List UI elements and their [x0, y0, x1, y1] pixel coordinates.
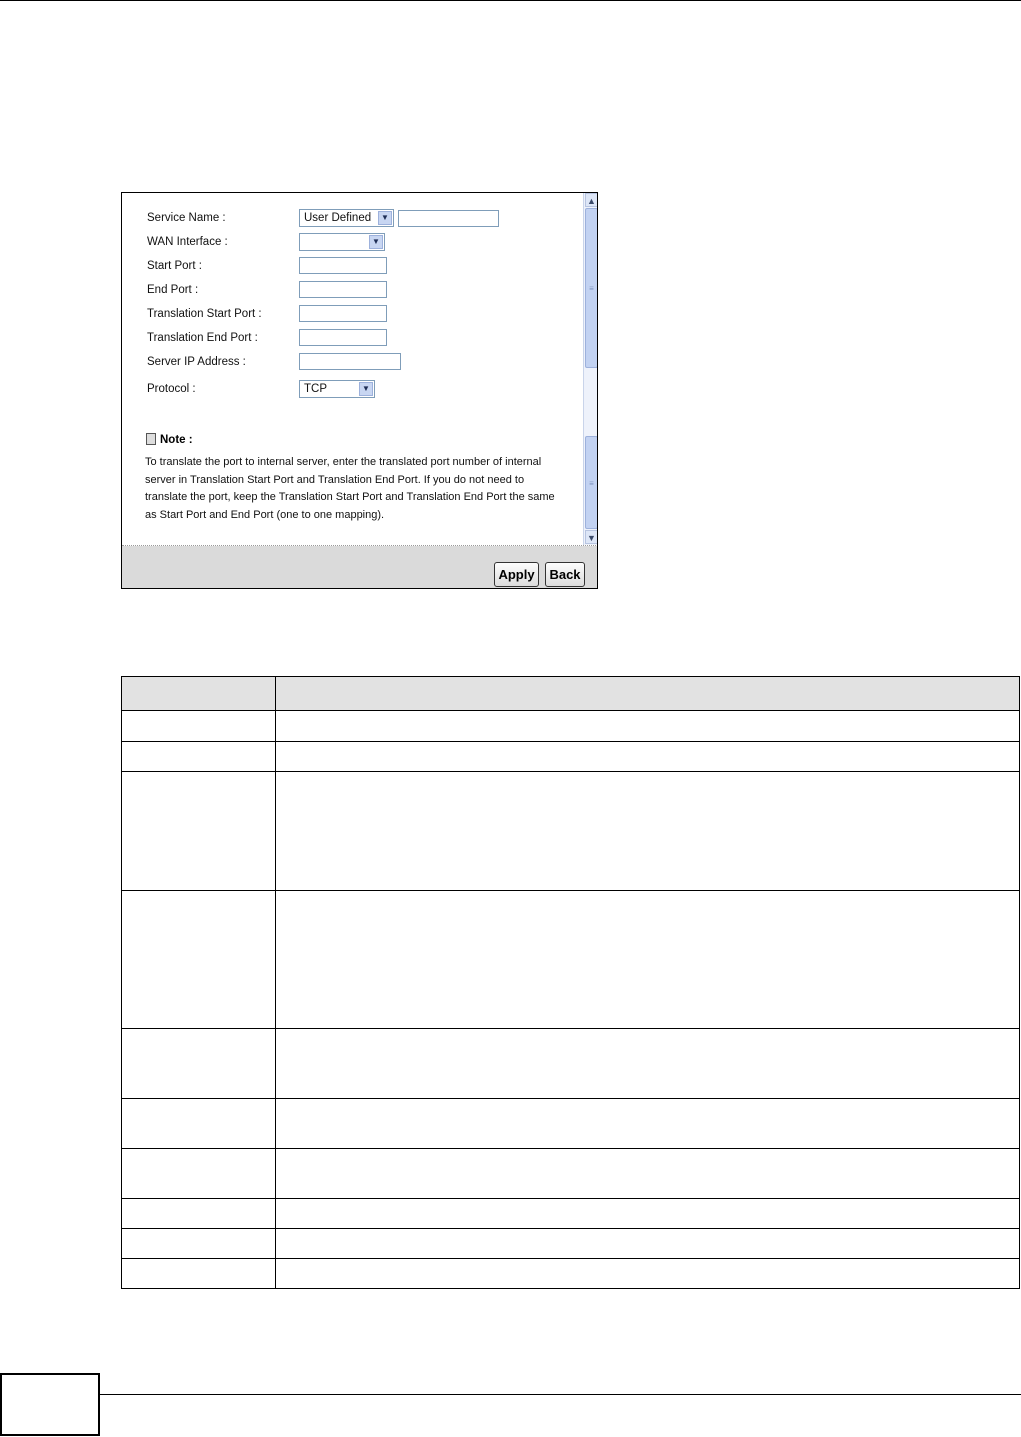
translation-start-port-input[interactable] — [299, 305, 387, 322]
table-cell — [275, 1148, 1020, 1199]
table-cell — [121, 1258, 276, 1289]
chevron-down-icon: ▼ — [369, 235, 383, 249]
wan-interface-select[interactable]: ▼ — [299, 233, 385, 251]
table-header-cell — [275, 676, 1020, 711]
table-cell — [121, 890, 276, 1029]
note-title: Note : — [160, 434, 193, 446]
table-cell — [275, 890, 1020, 1029]
table-cell — [121, 741, 276, 772]
chevron-down-icon: ▼ — [378, 211, 392, 225]
table-row — [121, 1028, 1020, 1099]
table-cell — [275, 1228, 1020, 1259]
table-cell — [275, 1028, 1020, 1099]
back-button[interactable]: Back — [545, 562, 585, 587]
protocol-value: TCP — [304, 383, 327, 395]
note-text: To translate the port to internal server… — [145, 456, 555, 521]
table-row — [121, 1148, 1020, 1199]
translation-start-port-label: Translation Start Port : — [147, 308, 262, 320]
table-header-cell — [121, 676, 276, 711]
start-port-label: Start Port : — [147, 260, 202, 272]
table-cell — [121, 771, 276, 891]
table-row — [121, 1098, 1020, 1149]
table-row — [121, 741, 1020, 772]
table-row — [121, 1198, 1020, 1229]
table-cell — [275, 1198, 1020, 1229]
scroll-thumb-upper[interactable]: ≡ — [585, 208, 597, 368]
document-icon — [146, 433, 156, 445]
server-ip-input[interactable] — [299, 353, 401, 370]
table-row — [121, 890, 1020, 1029]
table-row — [121, 710, 1020, 742]
table-row — [121, 1258, 1020, 1289]
dialog-body: Service Name : User Defined ▼ WAN Interf… — [122, 193, 583, 545]
table-cell — [121, 1198, 276, 1229]
service-name-value: User Defined — [304, 212, 372, 224]
table-cell — [275, 741, 1020, 772]
table-header-row — [121, 676, 1020, 711]
port-forwarding-edit-dialog: Service Name : User Defined ▼ WAN Interf… — [121, 192, 598, 589]
service-name-input[interactable] — [398, 210, 499, 227]
scroll-up-icon[interactable]: ▲ — [585, 193, 597, 207]
table-cell — [275, 771, 1020, 891]
table-row — [121, 771, 1020, 891]
table-cell — [121, 1028, 276, 1099]
page-number-box — [0, 1373, 100, 1436]
service-name-label: Service Name : — [147, 212, 226, 224]
scroll-down-icon[interactable]: ▼ — [585, 530, 597, 544]
footer-rule — [100, 1394, 1021, 1395]
scroll-thumb-lower[interactable]: ≡ — [585, 436, 597, 529]
wan-interface-label: WAN Interface : — [147, 236, 228, 248]
translation-end-port-label: Translation End Port : — [147, 332, 258, 344]
table-cell — [121, 1098, 276, 1149]
note-heading: Note : — [146, 433, 193, 446]
apply-button[interactable]: Apply — [494, 562, 539, 587]
table-row — [121, 1228, 1020, 1259]
table-cell — [275, 1258, 1020, 1289]
protocol-select[interactable]: TCP ▼ — [299, 380, 375, 398]
end-port-input[interactable] — [299, 281, 387, 298]
vertical-scrollbar[interactable]: ▲ ≡ ≡ ▼ — [583, 193, 597, 545]
service-name-select[interactable]: User Defined ▼ — [299, 209, 394, 227]
server-ip-label: Server IP Address : — [147, 356, 246, 368]
protocol-label: Protocol : — [147, 383, 196, 395]
field-description-table — [121, 676, 1020, 1289]
table-cell — [121, 710, 276, 742]
dialog-footer: Apply Back — [122, 546, 597, 588]
chevron-down-icon: ▼ — [359, 382, 373, 396]
translation-end-port-input[interactable] — [299, 329, 387, 346]
end-port-label: End Port : — [147, 284, 199, 296]
table-cell — [275, 1098, 1020, 1149]
start-port-input[interactable] — [299, 257, 387, 274]
header-rule — [0, 0, 1021, 1]
table-cell — [121, 1148, 276, 1199]
table-cell — [121, 1228, 276, 1259]
table-cell — [275, 710, 1020, 742]
